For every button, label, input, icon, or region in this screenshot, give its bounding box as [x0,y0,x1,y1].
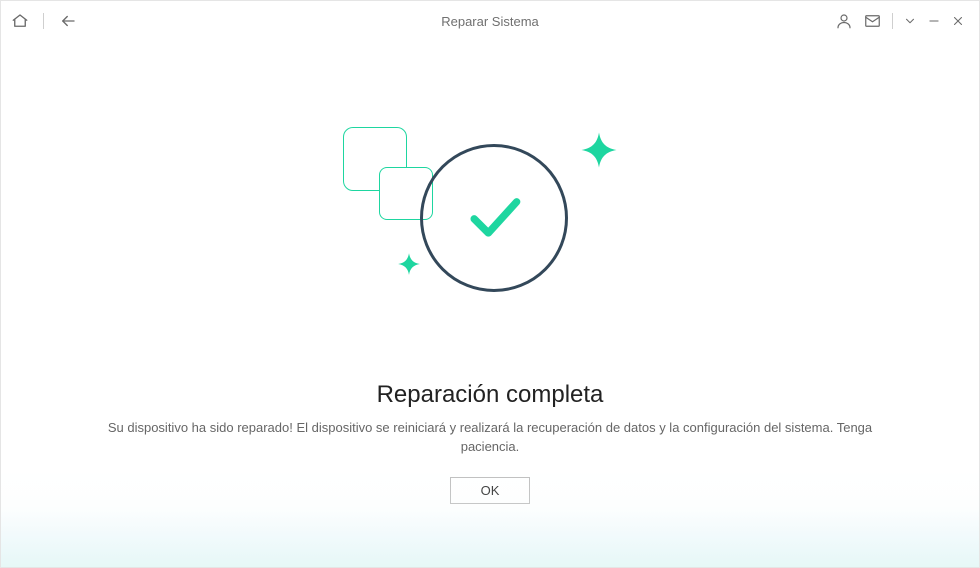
status-heading: Reparación completa [377,381,604,409]
chevron-down-icon[interactable] [903,14,917,28]
success-circle [420,144,568,292]
sparkle-icon-small [396,251,422,282]
checkmark-icon [460,182,528,255]
close-icon[interactable] [951,14,965,28]
account-icon[interactable] [835,12,853,30]
main-content: Reparación completa Su dispositivo ha si… [1,41,979,504]
minimize-icon[interactable] [927,14,941,28]
sparkle-icon [578,129,620,176]
status-description: Su dispositivo ha sido reparado! El disp… [80,419,900,457]
titlebar: Reparar Sistema [1,1,979,41]
titlebar-right-controls [835,1,965,41]
back-icon[interactable] [58,12,78,30]
ok-button[interactable]: OK [450,477,531,504]
success-illustration [320,121,660,331]
home-icon[interactable] [11,12,29,30]
titlebar-divider [43,13,44,29]
window-title: Reparar Sistema [441,14,539,29]
titlebar-divider-2 [892,13,893,29]
titlebar-left-controls [11,1,78,41]
mail-icon[interactable] [863,12,882,30]
